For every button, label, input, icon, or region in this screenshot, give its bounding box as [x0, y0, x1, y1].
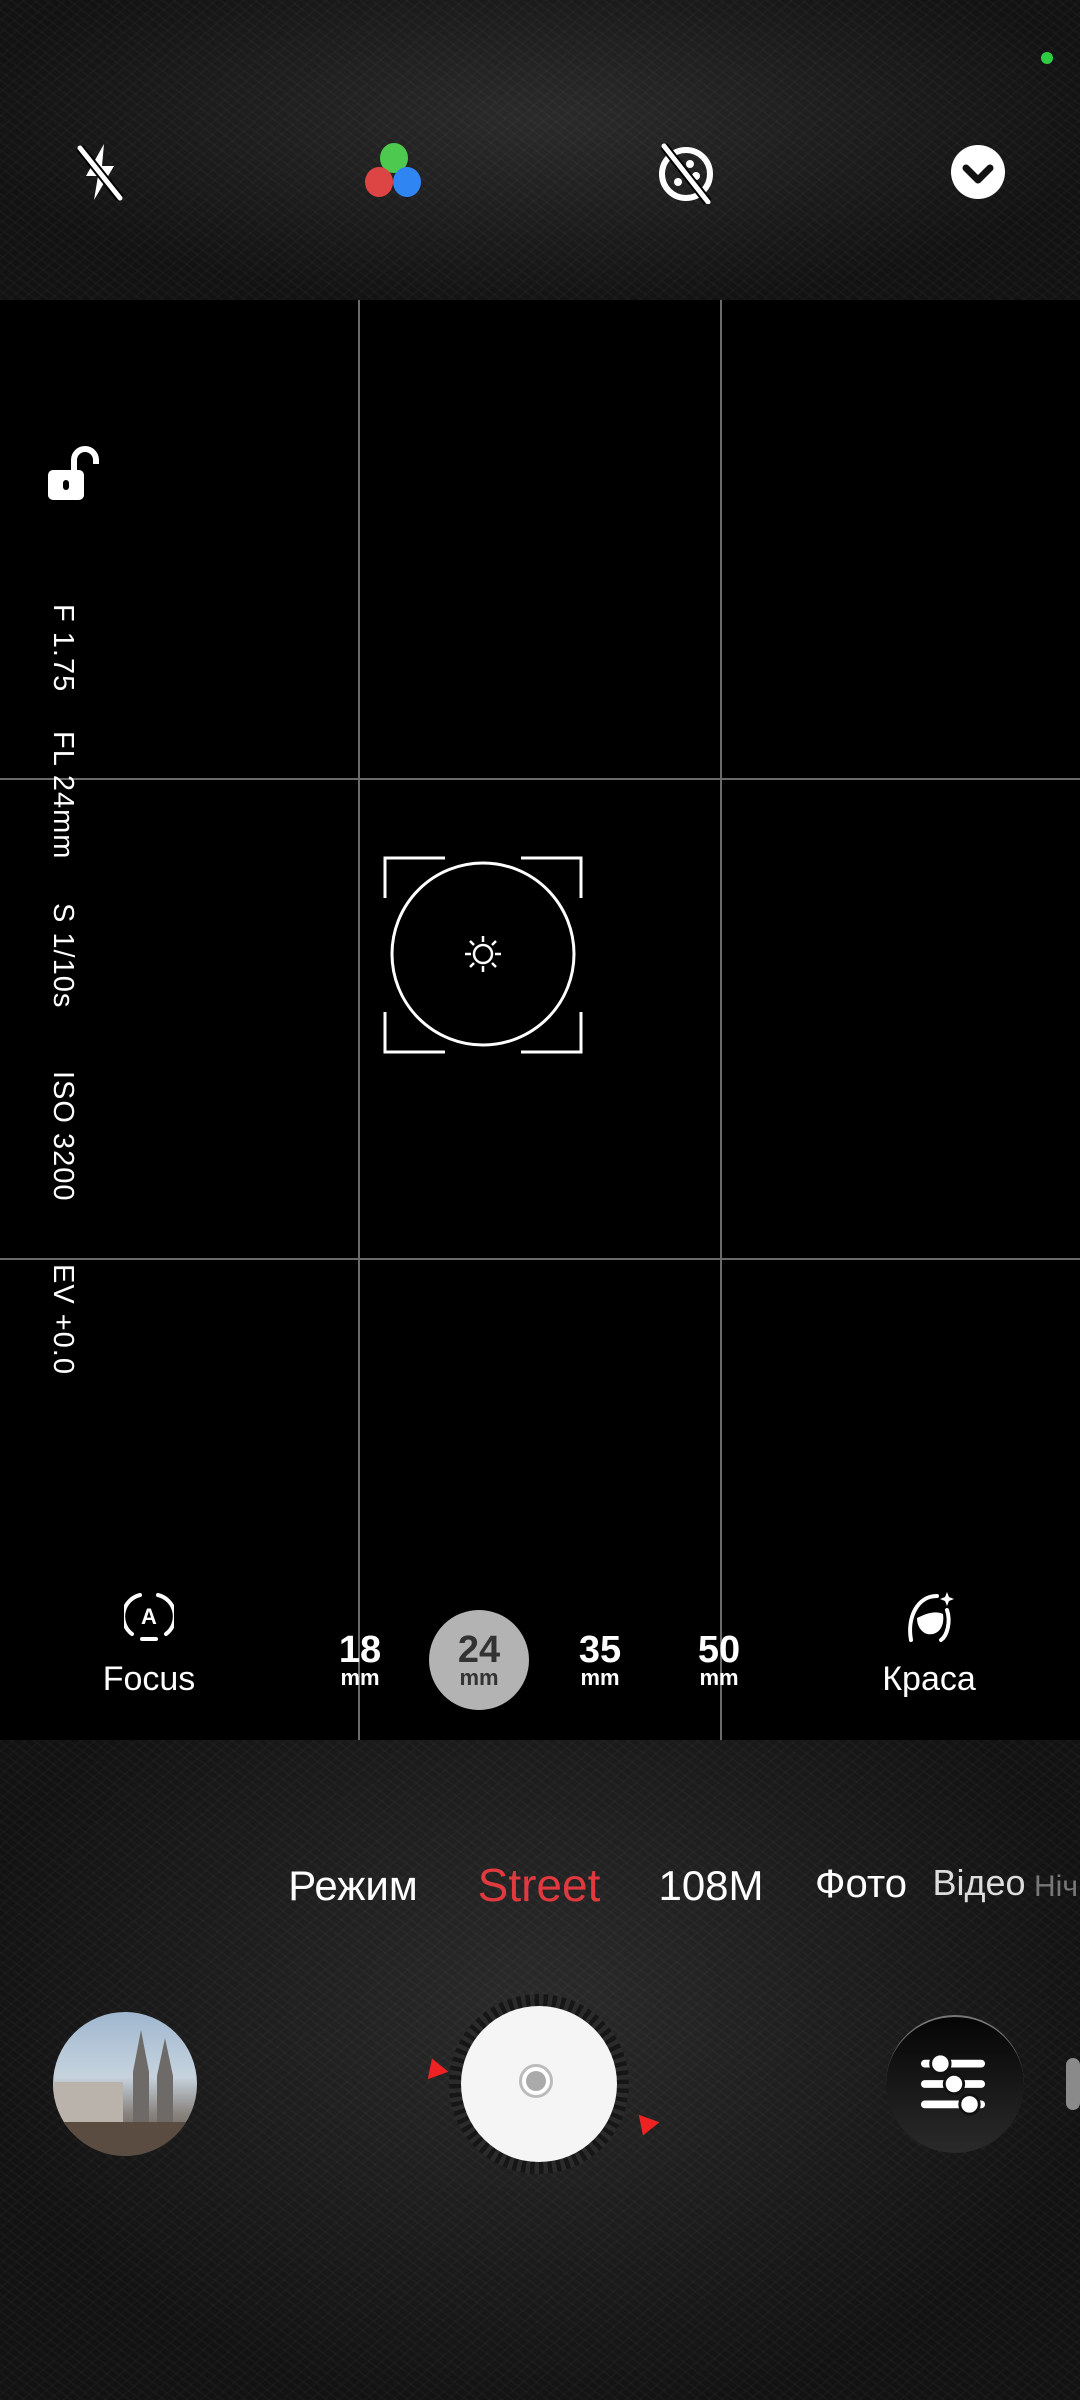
aperture-readout: F 1.75 [47, 604, 79, 693]
top-bar [0, 0, 1080, 300]
mode-night[interactable]: Ніч [1034, 1870, 1078, 1904]
zoom-value: 18 [338, 1629, 382, 1671]
sliders-icon [920, 2052, 986, 2116]
sun-icon [465, 936, 501, 972]
gallery-thumbnail[interactable] [53, 2012, 197, 2156]
grid-line [0, 778, 1080, 780]
shutter-button[interactable] [449, 1994, 629, 2174]
mode-street[interactable]: Street [478, 1858, 601, 1912]
mode-108m[interactable]: 108M [658, 1862, 763, 1910]
zoom-unit: mm [340, 1665, 380, 1690]
beauty-label[interactable]: Краса [882, 1660, 976, 1699]
focus-label[interactable]: Focus [103, 1660, 196, 1699]
status-dot [1041, 52, 1053, 64]
unlock-icon[interactable] [44, 444, 104, 504]
mode-video[interactable]: Відео [932, 1862, 1025, 1904]
grid-line [0, 1258, 1080, 1260]
zoom-18mm[interactable]: 18 mm [310, 1610, 410, 1710]
flash-off-icon[interactable] [68, 140, 132, 204]
auto-focus-icon[interactable]: A [121, 1590, 177, 1642]
zoom-unit: mm [580, 1665, 620, 1690]
beauty-face-icon[interactable] [903, 1588, 955, 1644]
zoom-35mm[interactable]: 35 mm [550, 1610, 650, 1710]
zoom-value: 50 [697, 1629, 741, 1671]
mode-photo[interactable]: Фото [815, 1862, 907, 1907]
ev-readout: EV +0.0 [47, 1264, 79, 1375]
live-photo-off-icon[interactable] [654, 140, 718, 205]
shutter-center [519, 2064, 553, 2098]
zoom-value: 24 [457, 1629, 501, 1671]
zoom-unit: mm [459, 1665, 499, 1690]
chevron-down-icon[interactable] [946, 140, 1010, 204]
color-filter-icon[interactable] [362, 140, 426, 204]
mode-regime[interactable]: Режим [288, 1862, 418, 1910]
shutter-speed-readout: S 1/10s [47, 903, 79, 1009]
focal-length-readout: FL 24mm [47, 731, 79, 860]
side-handle[interactable] [1066, 2058, 1080, 2110]
grid-line [720, 300, 722, 1740]
zoom-unit: mm [699, 1665, 739, 1690]
zoom-24mm[interactable]: 24 mm [429, 1610, 529, 1710]
focus-frame[interactable] [383, 856, 583, 1054]
grid-line [358, 300, 360, 1740]
svg-text:A: A [141, 1604, 157, 1629]
zoom-value: 35 [578, 1629, 622, 1671]
settings-button[interactable] [886, 2015, 1024, 2153]
iso-readout: ISO 3200 [47, 1071, 79, 1202]
zoom-50mm[interactable]: 50 mm [669, 1610, 769, 1710]
